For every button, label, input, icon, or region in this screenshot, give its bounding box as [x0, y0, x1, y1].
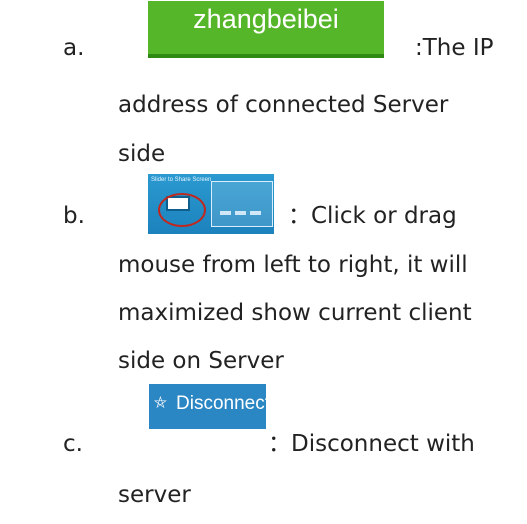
item-a-text-line2: address of connected Server — [118, 92, 449, 118]
item-a-text-line3: side — [118, 141, 166, 167]
item-b-text-line4: side on Server — [118, 348, 284, 374]
item-c-text-line1: ：Disconnect with — [268, 431, 475, 457]
highlight-circle — [158, 193, 206, 227]
item-c-text-line2: server — [118, 482, 191, 508]
server-name-text: zhangbeibei — [193, 4, 339, 34]
item-a-letter: a. — [63, 35, 85, 61]
item-b-text-line2: mouse from left to right, it will — [118, 252, 468, 278]
share-screen-slider-thumbnail: Slider to Share Screen — [148, 174, 274, 234]
disconnect-button-label: Disconnect — [176, 393, 270, 414]
preview-bar — [250, 211, 261, 215]
slider-caption: Slider to Share Screen — [151, 177, 212, 183]
item-c-letter: c. — [63, 431, 83, 457]
server-name-badge: zhangbeibei — [148, 1, 384, 58]
screen-preview — [211, 181, 273, 227]
item-b-text-line3: maximized show current client — [118, 300, 472, 326]
item-b-letter: b. — [63, 203, 85, 229]
preview-bar — [235, 211, 246, 215]
preview-bar — [220, 211, 231, 215]
disconnect-button[interactable]: ⛤ Disconnect — [149, 384, 270, 429]
item-b-text-line1: ：Click or drag — [288, 203, 457, 229]
item-a-text-line1: :The IP — [415, 35, 494, 61]
plug-icon: ⛤ — [154, 393, 167, 412]
